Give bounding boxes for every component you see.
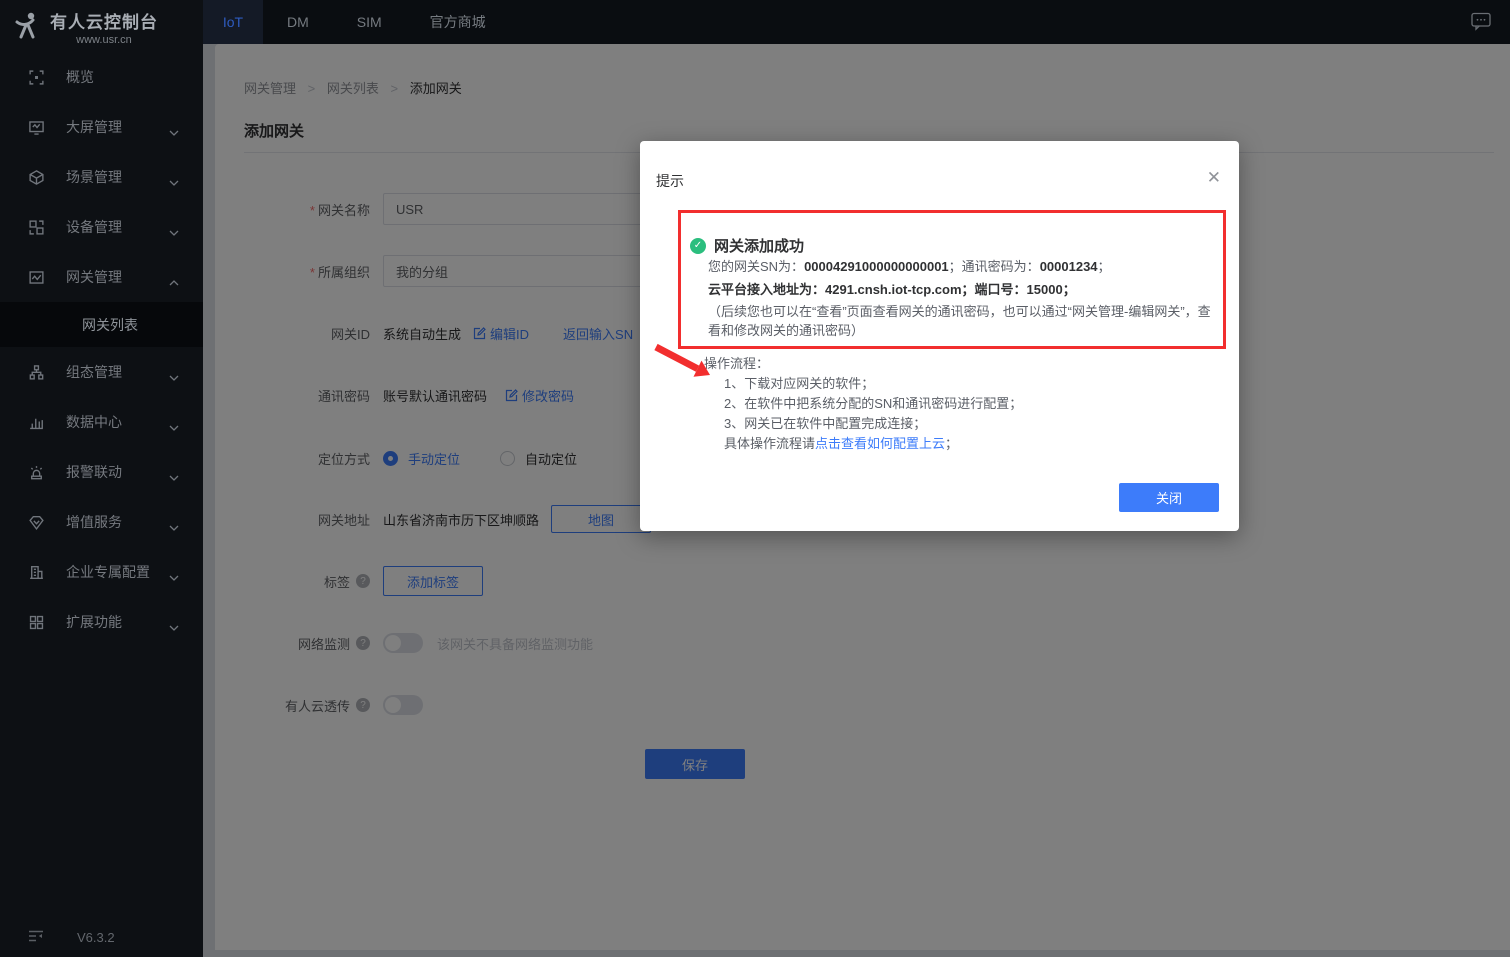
sidebar-item-label: 网关管理 xyxy=(66,267,122,287)
sidebar-item-alarm-linkage[interactable]: 报警联动 xyxy=(0,447,203,497)
chevron-up-icon xyxy=(169,274,179,289)
building-icon xyxy=(28,564,45,581)
sidebar-item-label: 组态管理 xyxy=(66,362,122,382)
how-to-configure-link[interactable]: 点击查看如何配置上云 xyxy=(815,436,945,451)
sidebar-item-screen-mgmt[interactable]: 大屏管理 xyxy=(0,102,203,152)
sidebar-item-label: 报警联动 xyxy=(66,462,122,482)
gateway-sn-value: 00004291000000000001 xyxy=(804,259,949,274)
sidebar-item-gateway-mgmt[interactable]: 网关管理 xyxy=(0,252,203,302)
chevron-down-icon xyxy=(169,519,179,534)
usr-person-icon xyxy=(14,11,42,44)
chevron-down-icon xyxy=(169,569,179,584)
sidebar-item-gateway-list[interactable]: 网关列表 xyxy=(0,302,203,347)
brand-subtitle: www.usr.cn xyxy=(50,34,158,46)
ops-more-line: 具体操作流程请点击查看如何配置上云； xyxy=(724,433,958,452)
comm-password-value: 00001234 xyxy=(1040,259,1098,274)
dialog-close-button[interactable]: 关闭 xyxy=(1119,483,1219,512)
success-check-icon: ✓ xyxy=(690,238,706,254)
sn-line: 您的网关SN为：00004291000000000001；通讯密码为：00001… xyxy=(708,256,1111,275)
sidebar-item-data-center[interactable]: 数据中心 xyxy=(0,397,203,447)
big-screen-icon xyxy=(28,119,45,136)
chevron-down-icon xyxy=(169,619,179,634)
tab-dm[interactable]: DM xyxy=(263,0,333,44)
sidebar-item-scene-mgmt[interactable]: 场景管理 xyxy=(0,152,203,202)
chevron-down-icon xyxy=(169,469,179,484)
sidebar-item-label: 大屏管理 xyxy=(66,117,122,137)
server-address-line: 云平台接入地址为：4291.cnsh.iot-tcp.com；端口号：15000… xyxy=(708,279,1076,298)
sidebar-item-label: 网关列表 xyxy=(82,315,138,335)
sidebar: 有人云控制台 www.usr.cn 概览 大屏管理 场景管理 设备管理 xyxy=(0,0,203,957)
device-icon xyxy=(28,219,45,236)
brand-logo[interactable]: 有人云控制台 www.usr.cn xyxy=(0,0,203,52)
tab-official-store[interactable]: 官方商城 xyxy=(406,0,510,44)
ops-step: 1、下载对应网关的软件； xyxy=(724,373,874,392)
chevron-down-icon xyxy=(169,124,179,139)
sidebar-item-configuration-mgmt[interactable]: 组态管理 xyxy=(0,347,203,397)
sidebar-item-label: 概览 xyxy=(66,67,94,87)
sidebar-footer: V6.3.2 xyxy=(0,917,203,957)
sidebar-item-label: 场景管理 xyxy=(66,167,122,187)
sidebar-item-enterprise-config[interactable]: 企业专属配置 xyxy=(0,547,203,597)
success-headline: 网关添加成功 xyxy=(714,235,804,256)
dialog-title: 提示 xyxy=(656,171,684,191)
message-icon[interactable] xyxy=(1471,12,1492,35)
scene-icon xyxy=(28,169,45,186)
version-label: V6.3.2 xyxy=(77,930,115,945)
sidebar-item-label: 扩展功能 xyxy=(66,612,122,632)
ops-step: 3、网关已在软件中配置完成连接； xyxy=(724,413,926,432)
grid-icon xyxy=(28,614,45,631)
chevron-down-icon xyxy=(169,174,179,189)
gateway-icon xyxy=(28,269,45,286)
sidebar-item-label: 数据中心 xyxy=(66,412,122,432)
sidebar-item-label: 增值服务 xyxy=(66,512,122,532)
alarm-icon xyxy=(28,464,45,481)
collapse-sidebar-icon[interactable] xyxy=(28,929,44,946)
sidebar-item-extensions[interactable]: 扩展功能 xyxy=(0,597,203,647)
brand-title: 有人云控制台 xyxy=(50,8,158,33)
tab-sim[interactable]: SIM xyxy=(333,0,406,44)
chevron-down-icon xyxy=(169,419,179,434)
sidebar-item-label: 企业专属配置 xyxy=(66,562,150,582)
chevron-down-icon xyxy=(169,224,179,239)
top-navbar: IoT DM SIM 官方商城 xyxy=(203,0,1510,44)
sidebar-item-value-added-services[interactable]: 增值服务 xyxy=(0,497,203,547)
tab-iot[interactable]: IoT xyxy=(203,0,263,44)
sidebar-item-label: 设备管理 xyxy=(66,217,122,237)
sidebar-item-overview[interactable]: 概览 xyxy=(0,52,203,102)
ops-step: 2、在软件中把系统分配的SN和通讯密码进行配置； xyxy=(724,393,1022,412)
chevron-down-icon xyxy=(169,369,179,384)
topology-icon xyxy=(28,364,45,381)
overview-icon xyxy=(28,69,45,86)
tip-dialog: 提示 ✕ ✓ 网关添加成功 您的网关SN为：000042910000000000… xyxy=(640,141,1239,531)
sidebar-item-device-mgmt[interactable]: 设备管理 xyxy=(0,202,203,252)
gem-shield-icon xyxy=(28,514,45,531)
bar-chart-icon xyxy=(28,414,45,431)
close-icon[interactable]: ✕ xyxy=(1207,169,1221,186)
password-note: （后续您也可以在“查看”页面查看网关的通讯密码，也可以通过“网关管理-编辑网关”… xyxy=(708,302,1222,340)
ops-title: 操作流程： xyxy=(704,353,769,372)
